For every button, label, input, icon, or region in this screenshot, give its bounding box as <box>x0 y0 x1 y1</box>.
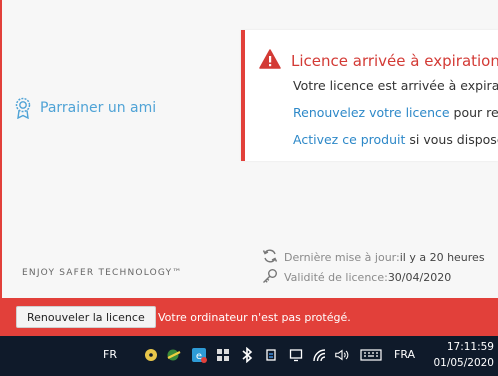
brand-tagline: ENJOY SAFER TECHNOLOGY™ <box>22 268 183 278</box>
device-sync-icon[interactable] <box>263 347 279 363</box>
clock-date: 01/05/2020 <box>433 357 494 369</box>
refer-friend-link[interactable]: Parrainer un ami <box>14 97 156 119</box>
input-language-indicator[interactable]: FR <box>103 348 117 361</box>
display-icon[interactable] <box>288 347 304 363</box>
eset-shield-icon[interactable]: e <box>191 347 207 363</box>
protection-status-bar: Renouveler la licence Votre ordinateur n… <box>0 298 498 336</box>
refer-friend-label: Parrainer un ami <box>40 100 157 116</box>
license-validity-value: 30/04/2020 <box>387 271 452 284</box>
last-update-status: Dernière mise à jour: il y a 20 heures <box>262 248 485 267</box>
network-globe-icon[interactable] <box>166 347 182 363</box>
keyboard-language-indicator[interactable]: FRA <box>394 348 415 361</box>
license-validity-label: Validité de licence: <box>284 271 388 284</box>
alert-message: Votre licence est arrivée à expiratio <box>293 78 498 93</box>
wifi-icon[interactable] <box>312 347 328 363</box>
activate-product-link[interactable]: Activez ce produit <box>293 132 405 147</box>
cd-drive-icon[interactable] <box>143 347 159 363</box>
renew-license-button[interactable]: Renouveler la licence <box>16 306 156 328</box>
alert-activate-line: Activez ce produit si vous disposez <box>293 132 498 147</box>
alert-renew-line: Renouvelez votre licence pour reste <box>293 105 498 120</box>
renew-license-link[interactable]: Renouvelez votre licence <box>293 105 450 120</box>
taskbar-clock[interactable]: 17:11:59 01/05/2020 <box>424 339 494 371</box>
app-grid-icon[interactable] <box>215 347 231 363</box>
award-ribbon-icon <box>14 97 32 119</box>
license-expired-alert: Licence arrivée à expiration Votre licen… <box>241 30 498 161</box>
windows-taskbar: FR e FRA 17:11:59 01/05/2020 <box>0 336 498 376</box>
alert-title: Licence arrivée à expiration <box>291 52 498 70</box>
last-update-value: il y a 20 heures <box>399 251 485 264</box>
last-update-label: Dernière mise à jour: <box>284 251 400 264</box>
not-protected-message: Votre ordinateur n'est pas protégé. <box>158 311 351 324</box>
clock-time: 17:11:59 <box>446 341 494 353</box>
volume-icon[interactable] <box>334 347 350 363</box>
renew-line-text: pour reste <box>453 105 498 120</box>
warning-icon <box>259 49 281 73</box>
key-icon <box>262 268 284 287</box>
activate-line-text: si vous disposez <box>409 132 498 147</box>
bluetooth-icon[interactable] <box>239 347 255 363</box>
keyboard-icon[interactable] <box>360 347 382 363</box>
status-stripe <box>0 0 2 298</box>
refresh-icon <box>262 248 284 267</box>
license-validity-status: Validité de licence: 30/04/2020 <box>262 268 451 287</box>
app-window: Parrainer un ami Licence arrivée à expir… <box>0 0 498 336</box>
